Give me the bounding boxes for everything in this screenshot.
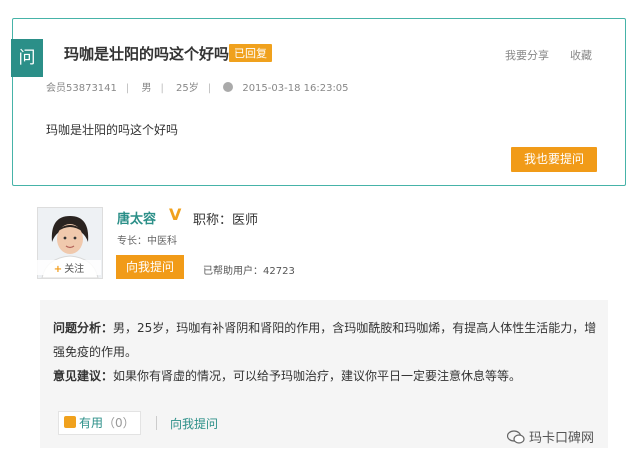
watermark-text: 玛卡口碑网 bbox=[529, 431, 595, 446]
thumbs-up-icon bbox=[64, 416, 76, 428]
ask-doctor-button[interactable]: 向我提问 bbox=[116, 255, 184, 279]
useful-count: （0） bbox=[103, 416, 135, 430]
clock-icon bbox=[223, 82, 234, 92]
wechat-icon bbox=[507, 430, 525, 444]
useful-button[interactable]: 有用（0） bbox=[58, 411, 141, 435]
meta-divider: | bbox=[207, 83, 212, 94]
status-badge: 已回复 bbox=[229, 44, 272, 62]
watermark: 玛卡口碑网 bbox=[507, 427, 594, 446]
question-title: 玛咖是壮阳的吗这个好吗 bbox=[64, 45, 230, 63]
question-card: 问 玛咖是壮阳的吗这个好吗 已回复 我要分享 收藏 会员53873141 | 男 |… bbox=[11, 18, 626, 186]
question-body: 玛咖是壮阳的吗这个好吗 bbox=[46, 123, 179, 137]
verified-icon: V bbox=[169, 205, 182, 224]
doctor-name[interactable]: 唐太容 bbox=[117, 208, 156, 227]
follow-button[interactable]: + 关注 bbox=[37, 260, 101, 275]
answer-panel: 问题分析：男，25岁，玛咖有补肾阴和肾阳的作用，含玛咖酰胺和玛咖烯，有提高人体性… bbox=[40, 300, 608, 448]
meta-user[interactable]: 会员53873141 bbox=[46, 83, 117, 94]
plus-icon: + bbox=[53, 264, 63, 275]
favorite-link[interactable]: 收藏 bbox=[570, 47, 592, 63]
advice-label: 意见建议： bbox=[53, 369, 114, 383]
doctor-specialty: 专长：中医科 bbox=[117, 236, 177, 247]
analysis-label: 问题分析： bbox=[53, 321, 114, 335]
answer-text: 问题分析：男，25岁，玛咖有补肾阴和肾阳的作用，含玛咖酰胺和玛咖烯，有提高人体性… bbox=[53, 316, 601, 388]
ask-me-link[interactable]: 向我提问 bbox=[170, 415, 218, 432]
analysis-text: 男，25岁，玛咖有补肾阴和肾阳的作用，含玛咖酰胺和玛咖烯，有提高人体性生活能力，… bbox=[53, 321, 597, 359]
helped-count: 已帮助用户：42723 bbox=[203, 266, 295, 277]
meta-gender: 男 bbox=[141, 83, 152, 94]
follow-label: 关注 bbox=[64, 264, 85, 275]
useful-label: 有用 bbox=[79, 416, 104, 430]
ask-too-button[interactable]: 我也要提问 bbox=[511, 147, 597, 172]
meta-divider: | bbox=[125, 83, 130, 94]
divider bbox=[156, 416, 157, 430]
doctor-title: 职称：医师 bbox=[193, 213, 259, 228]
share-link[interactable]: 我要分享 bbox=[505, 47, 549, 63]
question-tag: 问 bbox=[11, 39, 43, 77]
meta-age: 25岁 bbox=[176, 83, 199, 94]
advice-text: 如果你有肾虚的情况，可以给予玛咖治疗，建议你平日一定要注意休息等等。 bbox=[113, 369, 522, 383]
meta-datetime: 2015-03-18 16:23:05 bbox=[242, 83, 349, 94]
question-meta: 会员53873141 | 男 | 25岁 | 2015-03-18 16:23:05 bbox=[46, 79, 358, 94]
meta-divider: | bbox=[160, 83, 164, 94]
